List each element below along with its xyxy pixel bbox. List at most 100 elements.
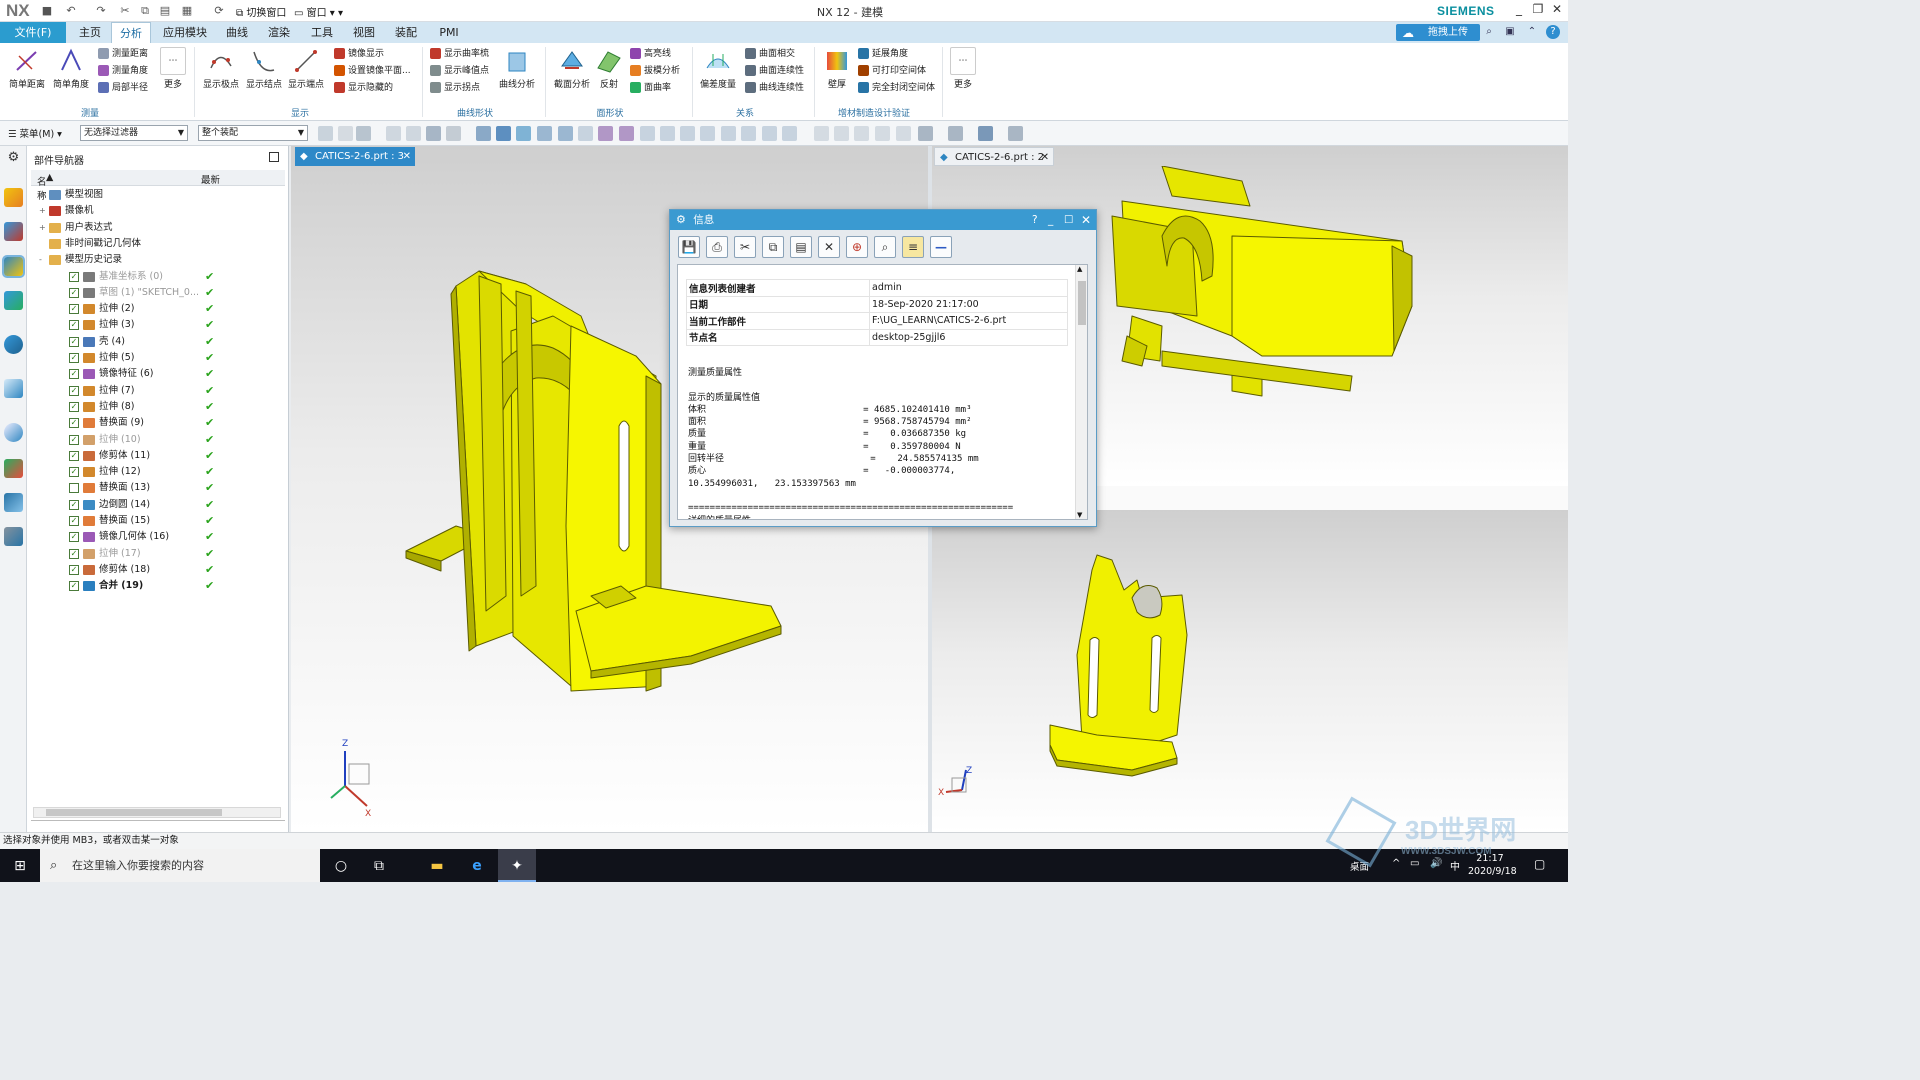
wall-thickness-button[interactable]: 壁厚 xyxy=(820,47,854,90)
tree-node[interactable]: + 摄像机 xyxy=(35,203,289,219)
redo-icon[interactable]: ↷ xyxy=(94,4,108,18)
orient-view-icon[interactable] xyxy=(978,126,993,141)
gear-icon[interactable]: ⚙ xyxy=(4,150,23,169)
tab-view[interactable]: 视图 xyxy=(347,22,381,43)
tree-node[interactable]: 非时间戳记几何体 xyxy=(35,236,289,252)
selection-scope-dropdown[interactable]: 整个装配 ▼ xyxy=(198,125,308,141)
body-select-icon[interactable] xyxy=(406,126,421,141)
paste-icon[interactable]: ▤ xyxy=(790,236,812,258)
component-select-icon[interactable] xyxy=(426,126,441,141)
snap-control-icon[interactable] xyxy=(578,126,593,141)
tree-node[interactable]: ✓ 拉伸 (12) ✔ xyxy=(35,464,289,480)
visibility-checkbox[interactable]: ✓ xyxy=(69,320,79,331)
snap-bounded-icon[interactable] xyxy=(762,126,777,141)
tree-node[interactable]: ✓ 拉伸 (17) ✔ xyxy=(35,546,289,562)
hd3d-tools-icon[interactable] xyxy=(4,335,23,354)
tab-tools[interactable]: 工具 xyxy=(305,22,339,43)
horizontal-scrollbar[interactable] xyxy=(33,807,281,818)
filter-icon[interactable] xyxy=(318,126,333,141)
measure-distance-button[interactable]: 测量距离 xyxy=(98,46,148,63)
face-curvature-button[interactable]: 面曲率 xyxy=(630,80,680,97)
visibility-checkbox[interactable]: ✓ xyxy=(69,271,79,282)
print-icon[interactable]: ▦ xyxy=(180,4,194,18)
view-cube-icon[interactable] xyxy=(476,126,491,141)
word-wrap-icon[interactable]: ≡ xyxy=(902,236,924,258)
selection-filter-dropdown[interactable]: 无选择过滤器 ▼ xyxy=(80,125,188,141)
measure-more-button[interactable]: ⋯ 更多 xyxy=(158,47,188,90)
web-browser-icon[interactable] xyxy=(4,379,23,398)
section-analysis-button[interactable]: 截面分析 xyxy=(551,47,593,90)
cut-icon[interactable]: ✂ xyxy=(118,4,132,18)
visibility-checkbox[interactable]: ✓ xyxy=(69,532,79,543)
curvature-comb-button[interactable]: 显示曲率梳 xyxy=(430,46,489,63)
rotate-icon[interactable] xyxy=(854,126,869,141)
expand-toggle-icon[interactable]: + xyxy=(39,220,48,236)
tree-node[interactable]: ✓ 镜像几何体 (16) ✔ xyxy=(35,529,289,545)
tree-node[interactable]: ✓ 拉伸 (2) ✔ xyxy=(35,301,289,317)
windows-start-icon[interactable]: ⊞ xyxy=(9,855,31,877)
visibility-checkbox[interactable]: ✓ xyxy=(69,287,79,298)
tab-application[interactable]: 应用模块 xyxy=(158,22,212,43)
shaded-icon[interactable] xyxy=(496,126,511,141)
scrollbar-thumb[interactable] xyxy=(46,809,222,816)
expand-toggle-icon[interactable]: + xyxy=(39,203,48,219)
deviation-gauge-button[interactable]: 偏差度量 xyxy=(697,47,739,90)
paste-icon[interactable]: ▤ xyxy=(158,4,172,18)
draft-analysis-button[interactable]: 拔模分析 xyxy=(630,63,680,80)
tree-node[interactable]: + 模型视图 xyxy=(35,187,289,203)
render-style-icon[interactable] xyxy=(918,126,933,141)
close-icon[interactable]: ✕ xyxy=(1081,210,1091,230)
nx-taskbar-button[interactable]: ✦ xyxy=(498,849,536,882)
close-tab-icon[interactable]: ✕ xyxy=(1041,148,1049,167)
visibility-checkbox[interactable]: ✓ xyxy=(69,581,79,592)
assembly-navigator-icon[interactable] xyxy=(4,188,23,207)
snap-quadrant-icon[interactable] xyxy=(680,126,695,141)
snap-midpoint-icon[interactable] xyxy=(558,126,573,141)
target-icon[interactable]: ⊕ xyxy=(846,236,868,258)
simple-distance-button[interactable]: 简单距离 xyxy=(6,47,48,90)
pan-icon[interactable] xyxy=(875,126,890,141)
snap-curve-icon[interactable] xyxy=(619,126,634,141)
inflection-points-button[interactable]: 显示拐点 xyxy=(430,80,489,97)
snap-center-icon[interactable] xyxy=(660,126,675,141)
tree-node[interactable]: ✓ 拉伸 (5) ✔ xyxy=(35,350,289,366)
undo-icon[interactable]: ↶ xyxy=(64,4,78,18)
edit-section-icon[interactable] xyxy=(948,126,963,141)
file-explorer-icon[interactable]: ▬ xyxy=(426,855,448,877)
show-poles-button[interactable]: 显示极点 xyxy=(200,47,242,90)
expand-toggle-icon[interactable]: + xyxy=(39,187,48,203)
menu-button[interactable]: ☰ 菜单(M) ▾ xyxy=(8,126,62,140)
show-knots-button[interactable]: 显示结点 xyxy=(243,47,285,90)
snap-intersection-icon[interactable] xyxy=(598,126,613,141)
show-hide-icon[interactable] xyxy=(1008,126,1023,141)
switch-window-button[interactable]: ⧉ 切换窗口 xyxy=(236,4,286,19)
save-icon[interactable]: 💾 xyxy=(678,236,700,258)
dialog-header[interactable]: ⚙ 信息 ? _ ☐ ✕ xyxy=(670,210,1096,230)
tree-node[interactable]: - 模型历史记录 xyxy=(35,252,289,268)
select-all-icon[interactable] xyxy=(338,126,353,141)
mirror-display-button[interactable]: 镜像显示 xyxy=(334,46,411,63)
visibility-checkbox[interactable]: ✓ xyxy=(69,564,79,575)
visibility-checkbox[interactable]: ✓ xyxy=(69,499,79,510)
tab-part-2[interactable]: ◆ CATICS-2-6.prt : 2 ✕ xyxy=(934,147,1054,166)
repeat-command-icon[interactable]: ⟳ xyxy=(212,4,226,18)
copy-icon[interactable]: ⧉ xyxy=(138,4,152,18)
visibility-checkbox[interactable]: ✓ xyxy=(69,418,79,429)
tree-node[interactable]: ✓ 边倒圆 (14) ✔ xyxy=(35,497,289,513)
maximize-icon[interactable] xyxy=(269,152,279,162)
process-studio-icon[interactable] xyxy=(4,493,23,512)
snap-pole-icon[interactable] xyxy=(782,126,797,141)
expand-toggle-icon[interactable]: - xyxy=(39,252,48,268)
highlight-lines-button[interactable]: 高亮线 xyxy=(630,46,680,63)
scroll-up-icon[interactable]: ▲ xyxy=(1077,265,1082,273)
minimize-icon[interactable]: _ xyxy=(1509,2,1529,19)
system-materials-icon[interactable] xyxy=(4,459,23,478)
fit-view-icon[interactable] xyxy=(814,126,829,141)
visibility-checkbox[interactable]: ✓ xyxy=(69,336,79,347)
measure-angle-button[interactable]: 测量角度 xyxy=(98,63,148,80)
close-tab-icon[interactable]: ✕ xyxy=(403,147,411,166)
surface-intersection-button[interactable]: 曲面相交 xyxy=(745,46,804,63)
visibility-checkbox[interactable]: ✓ xyxy=(69,450,79,461)
reuse-library-icon[interactable] xyxy=(4,291,23,310)
snap-arc-icon[interactable] xyxy=(640,126,655,141)
